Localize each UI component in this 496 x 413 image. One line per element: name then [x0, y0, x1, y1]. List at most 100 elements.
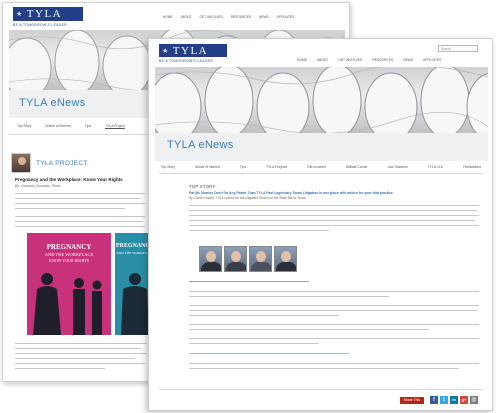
- nav-about[interactable]: ABOUT: [317, 58, 328, 62]
- section-affiliate-corner[interactable]: Affiliate Corner: [346, 165, 368, 169]
- body-text-line: [189, 215, 479, 217]
- section-article-of-interest[interactable]: Article of Interest: [195, 165, 220, 169]
- body-text-line: [15, 203, 145, 205]
- body-text-line: [189, 315, 339, 317]
- tab-article-of-interest[interactable]: Article of Interest: [45, 124, 70, 128]
- speaker-photo: [249, 246, 272, 272]
- section-tips[interactable]: Tips: [240, 165, 246, 169]
- section-top-story[interactable]: Top Story: [161, 165, 175, 169]
- section-get-involved[interactable]: Get Involved: [307, 165, 326, 169]
- top-story-label: TOP STORY: [189, 184, 216, 189]
- google-plus-icon[interactable]: g+: [460, 396, 468, 404]
- twitter-icon[interactable]: t: [440, 396, 448, 404]
- enews-title: TYLA eNews: [19, 97, 86, 109]
- star-icon: ★: [162, 46, 170, 55]
- book-subtitle: KNOW YOUR RIGHTS: [49, 258, 89, 263]
- nav-resources[interactable]: RESOURCES: [231, 15, 251, 19]
- body-text-line: [15, 208, 125, 210]
- section-tyla-projects[interactable]: TYLA Projects: [266, 165, 287, 169]
- body-text-line: [15, 216, 145, 218]
- section-law-students[interactable]: Law Students: [388, 165, 408, 169]
- section-tabs: Top Story Article of Interest Tips TYLA …: [17, 124, 125, 128]
- body-text-line: [189, 220, 475, 222]
- nav-resources[interactable]: RESOURCES: [372, 58, 393, 62]
- speaker-photo: [199, 246, 222, 272]
- body-text-line: [189, 310, 477, 312]
- nav-news[interactable]: NEWS: [403, 58, 413, 62]
- section-publications[interactable]: Publications: [463, 165, 481, 169]
- tyla-project-header: TYLA PROJECT: [11, 153, 88, 173]
- logo-tagline: BE A TOMORROW'S LEADER: [159, 59, 214, 63]
- nav-about[interactable]: ABOUT: [181, 15, 192, 19]
- body-text-line: [15, 226, 145, 228]
- footer-divider: [159, 389, 483, 390]
- search-input[interactable]: Search: [438, 45, 478, 52]
- body-text-line: [189, 205, 479, 207]
- body-text-line: [189, 291, 479, 293]
- enews-title: TYLA eNews: [167, 139, 234, 151]
- story-headline[interactable]: Pat Mc Sharley Don't Go Any Faster Than …: [189, 191, 479, 195]
- nav-get-involved[interactable]: GET INVOLVED: [200, 15, 223, 19]
- share-button[interactable]: Share This: [399, 396, 424, 404]
- story-byline: By: Daniel Hunter, TYLA Liaison for the …: [189, 196, 306, 200]
- tyla-logo[interactable]: ★ TYLA: [13, 7, 83, 21]
- nav-home[interactable]: HOME: [297, 58, 307, 62]
- email-icon[interactable]: @: [470, 396, 478, 404]
- link-line[interactable]: [189, 353, 349, 355]
- tyla-logo[interactable]: ★ TYLA: [159, 44, 227, 57]
- body-text-line: [189, 281, 309, 283]
- article-title[interactable]: Pregnancy and the Workplace: Know Your R…: [15, 177, 123, 182]
- body-text-line: [189, 296, 389, 298]
- logo-word: TYLA: [172, 44, 209, 57]
- section-divider: [159, 173, 483, 174]
- body-text-line: [189, 363, 479, 365]
- body-text-line: [15, 198, 141, 200]
- nav-get-involved[interactable]: GET INVOLVED: [338, 58, 362, 62]
- body-text-line: [189, 305, 479, 307]
- body-text-line: [15, 343, 147, 345]
- body-text-line: [15, 368, 105, 370]
- body-text-line: [189, 324, 479, 326]
- book-title: PREGNANCY: [46, 243, 92, 251]
- book-cover-pregnancy[interactable]: PREGNANCY AND THE WORKPLACE KNOW YOUR RI…: [27, 233, 111, 335]
- body-text-line: [189, 368, 459, 370]
- star-icon: ★: [16, 10, 24, 18]
- body-text-line: [189, 338, 479, 340]
- front-newsletter-page: ★ TYLA BE A TOMORROW'S LEADER Search HOM…: [148, 38, 493, 411]
- share-bar: Share This f t in g+ @: [399, 396, 478, 404]
- profile-title: TYLA PROJECT: [36, 159, 88, 167]
- nav-news[interactable]: NEWS: [259, 15, 269, 19]
- body-text-line: [189, 210, 477, 212]
- logo-word: TYLA: [26, 8, 63, 20]
- body-text-line: [15, 348, 141, 350]
- body-text-line: [15, 353, 147, 355]
- body-text-line: [15, 221, 143, 223]
- paper-rolls-banner: [155, 67, 488, 133]
- search-placeholder: Search: [441, 47, 452, 51]
- avatar: [11, 153, 31, 173]
- facebook-icon[interactable]: f: [430, 396, 438, 404]
- tab-top-story[interactable]: Top Story: [17, 124, 31, 128]
- body-text-line: [189, 230, 329, 232]
- body-text-line: [189, 225, 479, 227]
- article-byline: By: Courtney Gonzales, Texas: [15, 184, 61, 188]
- book-subtitle: AND THE WORKPLACE: [44, 252, 94, 257]
- speaker-photo: [274, 246, 297, 272]
- nav-affiliates[interactable]: AFFILIATES: [277, 15, 295, 19]
- body-text-line: [189, 329, 429, 331]
- nav-home[interactable]: HOME: [163, 15, 173, 19]
- linkedin-icon[interactable]: in: [450, 396, 458, 404]
- body-text-line: [15, 363, 145, 365]
- body-text-line: [15, 358, 135, 360]
- top-nav: HOME ABOUT GET INVOLVED RESOURCES NEWS A…: [297, 58, 441, 62]
- tab-tips[interactable]: Tips: [85, 124, 91, 128]
- section-tyla-cle[interactable]: TYLA CLE: [428, 165, 443, 169]
- logo-tagline: BE A TOMORROW'S LEADER: [13, 23, 68, 27]
- silhouette-figures-icon: [33, 273, 102, 335]
- speaker-photo: [224, 246, 247, 272]
- nav-affiliates[interactable]: AFFILIATES: [423, 58, 441, 62]
- top-nav: HOME ABOUT GET INVOLVED RESOURCES NEWS A…: [163, 15, 294, 19]
- body-text-line: [15, 193, 145, 195]
- tab-tyla-project[interactable]: TYLA Project: [105, 124, 125, 128]
- section-nav: Top Story Article of Interest Tips TYLA …: [161, 165, 481, 169]
